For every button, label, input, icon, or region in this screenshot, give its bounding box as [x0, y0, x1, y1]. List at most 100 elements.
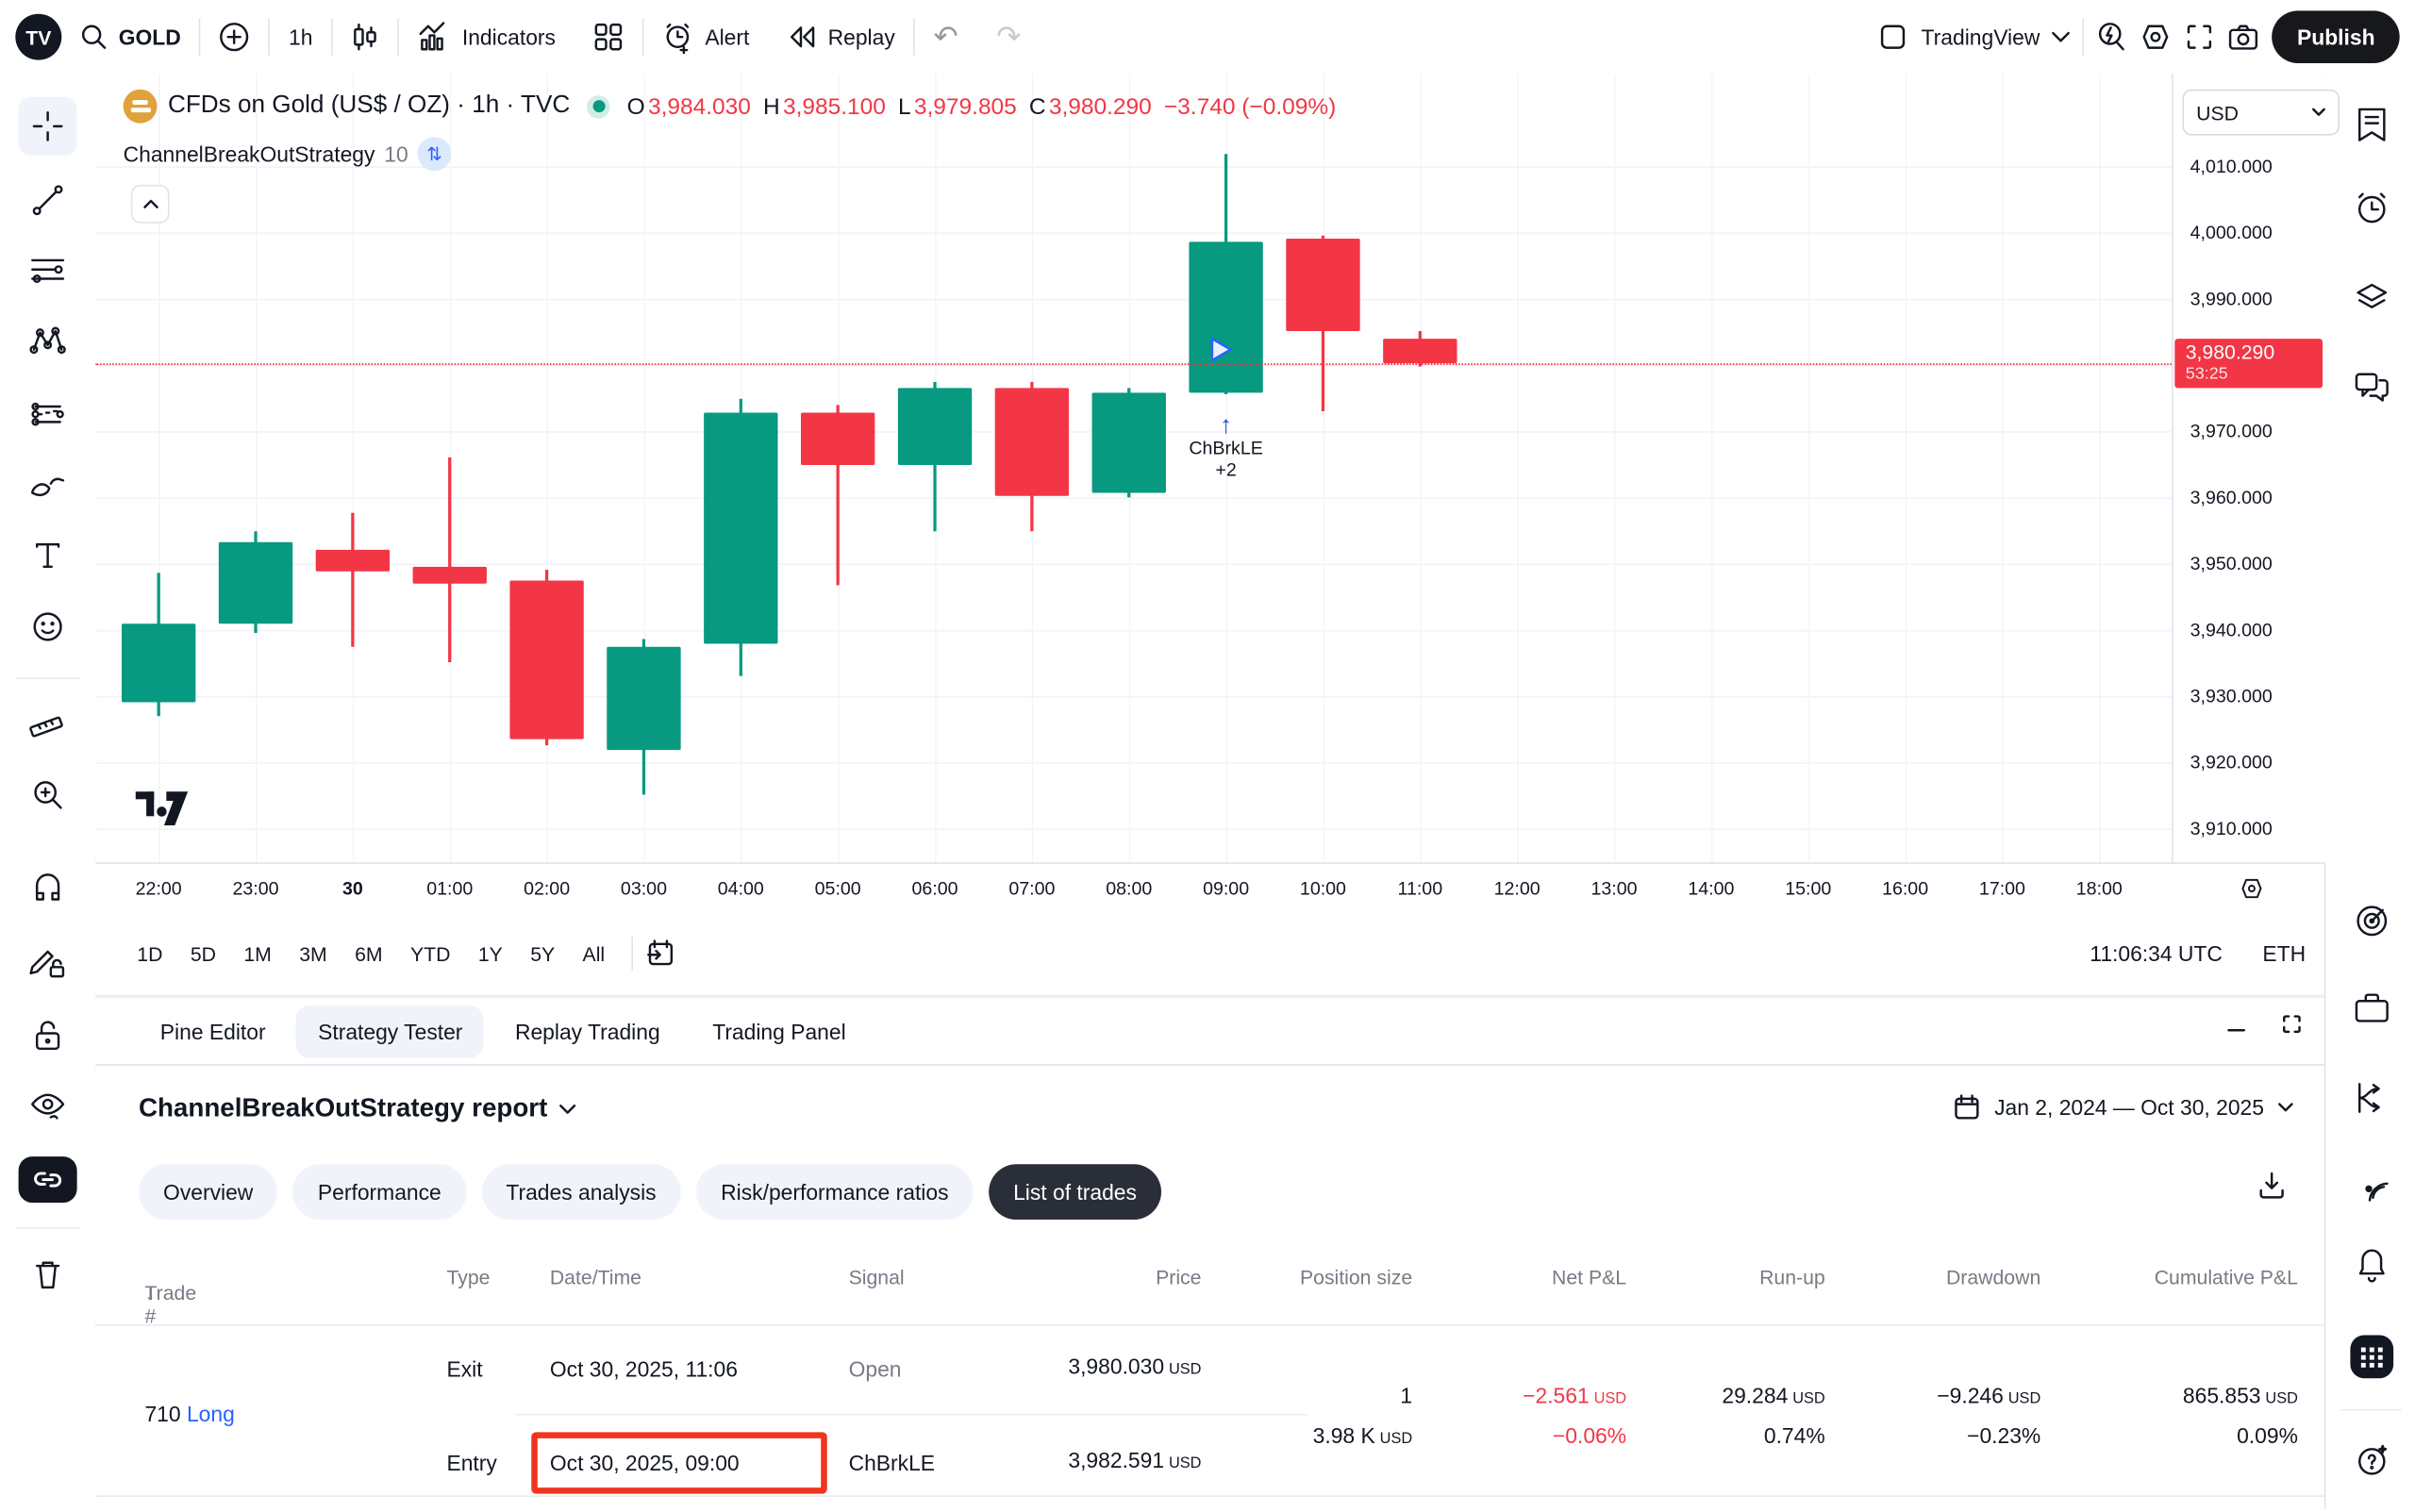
- indicators-button[interactable]: Indicators: [399, 0, 575, 74]
- chip-list-of-trades[interactable]: List of trades: [989, 1164, 1161, 1220]
- minimize-panel-icon[interactable]: [2225, 1013, 2247, 1035]
- camera-screenshot-icon[interactable]: [2228, 23, 2260, 52]
- tab-replay-trading[interactable]: Replay Trading: [493, 1005, 681, 1057]
- candle-down[interactable]: [509, 581, 583, 739]
- strategy-entry-marker[interactable]: ↑ ChBrkLE +2: [1157, 416, 1295, 481]
- range-3m[interactable]: 3M: [286, 933, 341, 974]
- chart-style-button[interactable]: [333, 0, 398, 74]
- range-1y[interactable]: 1Y: [464, 933, 516, 974]
- chip-overview[interactable]: Overview: [139, 1164, 278, 1220]
- alert-button[interactable]: Alert: [643, 0, 768, 74]
- chevron-down-icon[interactable]: [2052, 31, 2071, 43]
- time-axis[interactable]: 22:0023:003001:0002:0003:0004:0005:0006:…: [95, 862, 2323, 913]
- chat-button[interactable]: [2353, 370, 2390, 404]
- maximize-panel-icon[interactable]: [2281, 1013, 2303, 1035]
- notifications-button[interactable]: [2355, 1247, 2389, 1284]
- horizontal-line-tool[interactable]: [29, 254, 66, 285]
- lock-all-drawings[interactable]: [32, 1020, 63, 1054]
- price-axis[interactable]: USD 4,010.0004,000.0003,990.0003,970.000…: [2172, 74, 2325, 862]
- watchlist-button[interactable]: [2355, 107, 2389, 143]
- tradingview-logo[interactable]: TV: [15, 14, 61, 60]
- trades-table-body[interactable]: 710 Long Exit Oct 30, 2025, 11:06 Open 3…: [95, 1324, 2323, 1497]
- range-6m[interactable]: 6M: [341, 933, 396, 974]
- interval-button[interactable]: 1h: [270, 0, 331, 74]
- layout-name[interactable]: TradingView: [1922, 25, 2040, 49]
- stay-in-drawing-mode[interactable]: [29, 947, 66, 981]
- symbol-title[interactable]: CFDs on Gold (US$ / OZ) · 1h · TVC: [168, 92, 570, 120]
- session-label[interactable]: ETH: [2262, 941, 2306, 966]
- clock[interactable]: 11:06:34 UTC: [2090, 941, 2223, 966]
- symbol-search-button[interactable]: GOLD: [61, 0, 199, 74]
- go-to-date-icon[interactable]: [645, 938, 676, 969]
- brush-tool[interactable]: [29, 472, 66, 499]
- pattern-tool[interactable]: [29, 324, 66, 356]
- range-all[interactable]: All: [569, 933, 619, 974]
- market-status-icon[interactable]: [587, 94, 609, 117]
- sort-desc-icon[interactable]: ↓: [144, 1281, 155, 1304]
- strategy-flow-button[interactable]: [2353, 1081, 2390, 1115]
- data-window-button[interactable]: [2353, 903, 2390, 939]
- trend-line-tool[interactable]: [31, 183, 65, 217]
- range-5d[interactable]: 5D: [176, 933, 230, 974]
- chip-trades-analysis[interactable]: Trades analysis: [481, 1164, 680, 1220]
- candle-down[interactable]: [801, 412, 874, 464]
- candle-down[interactable]: [1286, 239, 1359, 331]
- report-title-row[interactable]: ChannelBreakOutStrategy report: [139, 1093, 576, 1124]
- tab-trading-panel[interactable]: Trading Panel: [691, 1005, 867, 1057]
- range-1m[interactable]: 1M: [230, 933, 286, 974]
- candle-down[interactable]: [316, 550, 390, 572]
- portfolio-button[interactable]: [2353, 991, 2390, 1025]
- parallel-channel-tool[interactable]: [29, 397, 66, 428]
- candle-up[interactable]: [898, 389, 972, 465]
- report-date-range[interactable]: Jan 2, 2024 — Oct 30, 2025: [1953, 1093, 2293, 1121]
- indicator-templates-button[interactable]: [575, 0, 642, 74]
- trade-side-link[interactable]: Long: [187, 1402, 235, 1426]
- news-feed-button[interactable]: [2353, 1168, 2390, 1202]
- export-download-button[interactable]: [2257, 1171, 2288, 1209]
- chip-performance[interactable]: Performance: [293, 1164, 466, 1220]
- text-tool[interactable]: [32, 540, 63, 572]
- range-5y[interactable]: 5Y: [516, 933, 568, 974]
- add-symbol-button[interactable]: [201, 0, 269, 74]
- settings-gear-icon[interactable]: [2140, 22, 2172, 53]
- candle-up[interactable]: [1092, 392, 1166, 492]
- strategy-name[interactable]: ChannelBreakOutStrategy: [124, 141, 375, 166]
- candle-down[interactable]: [413, 567, 487, 584]
- remove-drawings-button[interactable]: [32, 1258, 63, 1292]
- replay-button[interactable]: Replay: [768, 0, 913, 74]
- undo-button[interactable]: ↶: [934, 19, 958, 55]
- emoji-tool[interactable]: [31, 610, 65, 644]
- sync-drawings-button[interactable]: [19, 1156, 77, 1203]
- magnet-mode[interactable]: [31, 873, 65, 907]
- candle-up[interactable]: [704, 412, 777, 643]
- chart-plot-area[interactable]: ↑ ChBrkLE +2 CFDs on Gold (US$ / OZ) · 1…: [95, 74, 2172, 862]
- legend-collapse-button[interactable]: [131, 185, 170, 224]
- range-ytd[interactable]: YTD: [396, 933, 464, 974]
- fullscreen-icon[interactable]: [2185, 22, 2216, 53]
- apps-menu-button[interactable]: [2348, 1334, 2394, 1380]
- zoom-in-tool[interactable]: [31, 777, 65, 811]
- help-button[interactable]: [2353, 1441, 2390, 1478]
- quick-search-icon[interactable]: [2097, 22, 2128, 53]
- tab-strategy-tester[interactable]: Strategy Tester: [296, 1005, 484, 1057]
- candle-up[interactable]: [219, 541, 292, 623]
- alerts-panel-button[interactable]: [2353, 191, 2390, 224]
- redo-button[interactable]: ↷: [996, 19, 1021, 55]
- candle-down[interactable]: [1383, 339, 1457, 363]
- time-axis-settings-button[interactable]: [2240, 876, 2264, 908]
- publish-button[interactable]: Publish: [2273, 10, 2400, 63]
- crosshair-tool[interactable]: [19, 97, 77, 156]
- object-tree-button[interactable]: [2353, 280, 2390, 314]
- candle-up[interactable]: [607, 647, 680, 750]
- candle-down[interactable]: [995, 389, 1069, 496]
- chip-risk-performance-ratios[interactable]: Risk/performance ratios: [696, 1164, 974, 1220]
- measure-tool[interactable]: [29, 706, 66, 738]
- strategy-signals-icon[interactable]: ⇅: [417, 137, 451, 171]
- replay-playhead-icon[interactable]: [1209, 336, 1234, 372]
- hide-all-drawings[interactable]: [29, 1090, 66, 1124]
- range-1d[interactable]: 1D: [124, 933, 177, 974]
- layout-square-icon[interactable]: [1878, 22, 1909, 53]
- candle-up[interactable]: [122, 623, 195, 703]
- tab-pine-editor[interactable]: Pine Editor: [139, 1005, 288, 1057]
- currency-dropdown[interactable]: USD: [2182, 90, 2340, 136]
